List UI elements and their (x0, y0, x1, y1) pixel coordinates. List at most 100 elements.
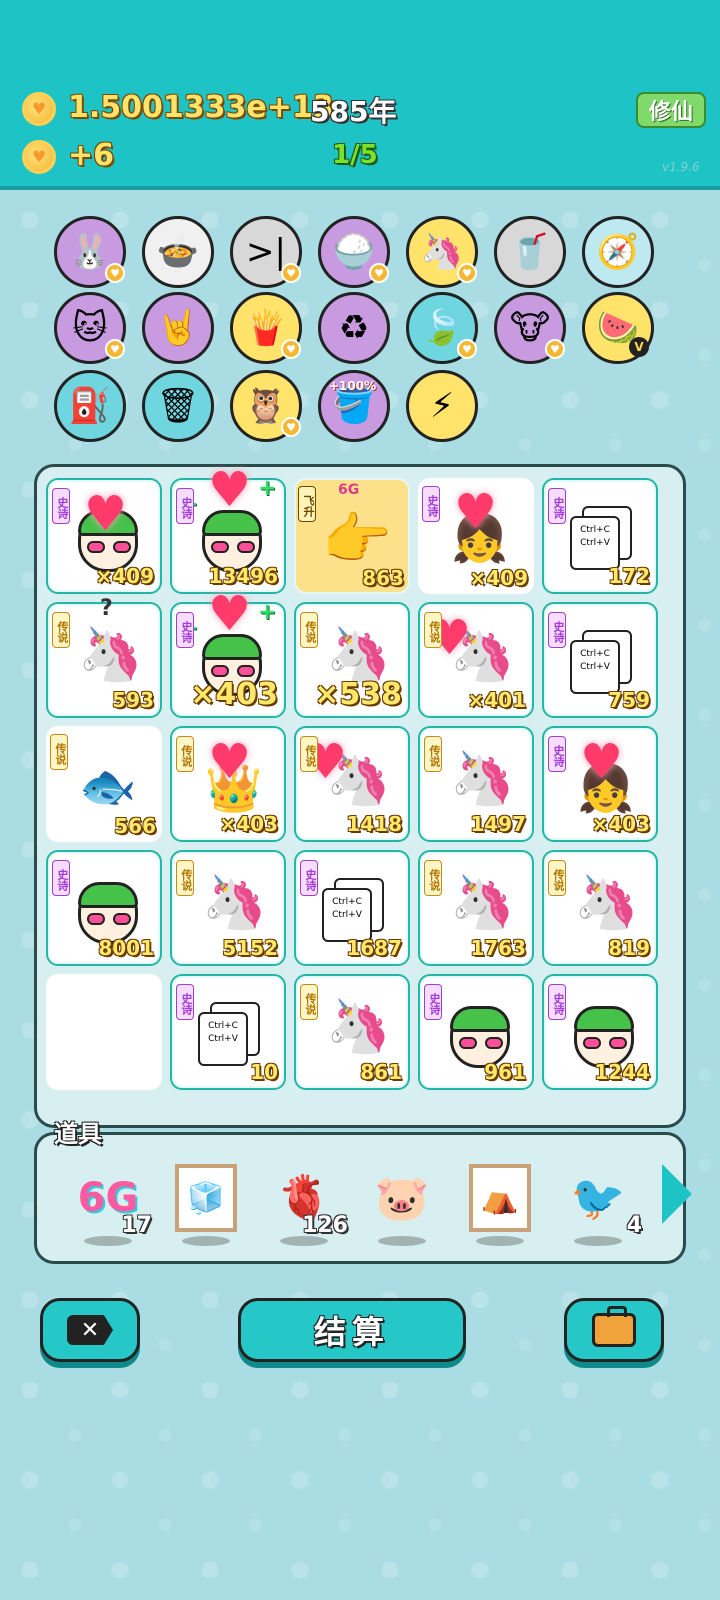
grid-cell[interactable]: 史诗 1244 (542, 974, 658, 1090)
settle-button[interactable]: 结算 (238, 1298, 466, 1362)
piggy-bank-tool[interactable]: 🐷 (362, 1158, 442, 1246)
heart-effect-icon: ♥ (208, 734, 252, 790)
compass-item-icon[interactable]: 🧭 (582, 216, 654, 288)
koi-fish-icon: 🐟 (79, 759, 137, 813)
unicorn-item-icon[interactable]: 🦄 ♥ (406, 216, 478, 288)
rice-bowl-item-icon[interactable]: 🍚 ♥ (318, 216, 390, 288)
fridge-tool[interactable]: 🧊 (166, 1158, 246, 1246)
rarity-tag: 史诗 (548, 488, 566, 524)
sunglasses (87, 913, 131, 925)
grid-cell[interactable]: ♥++史诗×403 (170, 590, 286, 718)
tool-shadow (574, 1236, 622, 1246)
grid-cell[interactable]: Ctrl+C Ctrl+V 史诗 1687 (294, 850, 410, 966)
trash-bag-item-icon[interactable]: 🗑 (142, 370, 214, 442)
grid-cell[interactable] (46, 974, 162, 1090)
rarity-tag: 史诗 (176, 984, 194, 1020)
cows-item-icon[interactable]: 🐮 ♥ (494, 292, 566, 364)
skip-item-icon[interactable]: >| ♥ (230, 216, 302, 288)
pump-item-icon[interactable]: ⛽ (54, 370, 126, 442)
lightning-item-icon[interactable]: ⚡ (406, 370, 478, 442)
plus-effect-icon: + (258, 600, 277, 625)
grid-cell[interactable]: 🦄 ♥ 传说 1418 (294, 726, 410, 842)
rarity-tag: 传说 (50, 734, 68, 770)
cat-item-icon[interactable]: 🐱 ♥ (54, 292, 126, 364)
heart-effect-icon: ♥ (208, 586, 252, 642)
grid-cell[interactable]: 史诗 961 (418, 974, 534, 1090)
heart-badge-icon: ♥ (281, 263, 301, 283)
heart-badge-icon: ♥ (105, 263, 125, 283)
rarity-tag: 史诗 (548, 984, 566, 1020)
rabbit-item-icon[interactable]: 🐰 ♥ (54, 216, 126, 288)
rarity-tag: 传说 (424, 736, 442, 772)
bag-button[interactable] (564, 1298, 664, 1362)
sunglasses (211, 541, 255, 553)
recycle-item-icon[interactable]: ♻ (318, 292, 390, 364)
grid-cell[interactable]: 👧 ♥ 史诗 ×403 (542, 726, 658, 842)
green-hair-face-icon (574, 1006, 634, 1068)
fries-item-icon[interactable]: 🍟 ♥ (230, 292, 302, 364)
item-glyph: 🪣 (332, 386, 376, 426)
grid-cell[interactable]: 🦄 传说 861 (294, 974, 410, 1090)
grid-cell[interactable]: 🦄 传说 5152 (170, 850, 286, 966)
cup-item-icon[interactable]: 🥤 (494, 216, 566, 288)
grid-cell[interactable]: 👧 ♥ 史诗 ×409 (418, 478, 534, 594)
grid-cell[interactable]: 🦄 传说 819 (542, 850, 658, 966)
tent-tool[interactable]: ⛺ (460, 1158, 540, 1246)
copy-text: Ctrl+C (580, 525, 610, 535)
leaf-item-icon[interactable]: 🍃 ♥ (406, 292, 478, 364)
question-mark-icon: ? (100, 596, 113, 621)
item-count: ×403 (591, 812, 650, 836)
vip-badge: V (629, 337, 649, 357)
framed-item-icon: ⛺ (469, 1164, 531, 1232)
item-count: ×403 (190, 677, 278, 712)
framed-item-icon: 🧊 (175, 1164, 237, 1232)
rarity-tag: 史诗 (52, 488, 70, 524)
item-count: 10 (250, 1060, 278, 1084)
bird-tool[interactable]: 🐦 4 (558, 1158, 642, 1246)
grid-cell[interactable]: Ctrl+C Ctrl+V 史诗 172 (542, 478, 658, 594)
sunglasses (459, 1037, 503, 1049)
grid-cell[interactable]: 史诗 8001 (46, 850, 162, 966)
scroll-right-arrow-icon[interactable] (662, 1164, 692, 1224)
rarity-tag: 史诗 (424, 984, 442, 1020)
close-button[interactable]: ✕ (40, 1298, 140, 1362)
liver-tool[interactable]: 🫀 126 (264, 1158, 348, 1246)
cultivate-button[interactable]: 修仙 (636, 92, 706, 128)
pot-item-icon[interactable]: 🍲 (142, 216, 214, 288)
grid-cell[interactable]: 🦄 传说 1763 (418, 850, 534, 966)
rarity-tag: 传说 (424, 612, 442, 648)
tool-count: 4 (626, 1213, 642, 1238)
rock-hand-item-icon[interactable]: 🤘 (142, 292, 214, 364)
heart-badge-icon: ♥ (369, 263, 389, 283)
grid-cell[interactable]: Ctrl+C Ctrl+V 史诗 759 (542, 602, 658, 718)
grid-cell[interactable]: Ctrl+C Ctrl+V 史诗 10 (170, 974, 286, 1090)
grid-cell[interactable]: 🐟 传说 566 (46, 726, 162, 842)
bucket-item-icon[interactable]: 🪣 +100% (318, 370, 390, 442)
rarity-tag: 史诗 (548, 736, 566, 772)
item-glyph: 🐰 (68, 232, 112, 272)
green-hair-face-icon (78, 882, 138, 944)
owls-item-icon[interactable]: 🦉 ♥ (230, 370, 302, 442)
item-glyph: 🍃 (420, 308, 464, 348)
pointing-hand-icon: 👉 (322, 507, 392, 572)
copy-paste-card-icon: Ctrl+C Ctrl+V (198, 1002, 262, 1068)
grid-cell[interactable]: ♥++史诗13496 (170, 466, 286, 594)
coin-balance: 1.5001333e+13 (68, 90, 334, 125)
grid-cell[interactable]: 👑 ♥ 传说 ×403 (170, 726, 286, 842)
item-glyph: 🦉 (244, 386, 288, 426)
rarity-tag: 传说 (548, 860, 566, 896)
grid-cell[interactable]: 🦄 ♥ 传说 ×401 (418, 602, 534, 718)
item-glyph: ⛽ (68, 386, 112, 426)
grid-cell[interactable]: 👉 6G 飞升 863 (294, 478, 410, 594)
fruit-basket-item-icon[interactable]: 🍉 V (582, 292, 654, 364)
heart-badge-icon: ♥ (281, 417, 301, 437)
grid-cell[interactable]: 🦄 传说 1497 (418, 726, 534, 842)
tool-count: 126 (302, 1213, 348, 1238)
6g-tool[interactable]: 6G 17 (68, 1158, 152, 1246)
item-count: ×409 (469, 566, 528, 590)
item-count: 566 (114, 814, 156, 838)
income-rate: +6 (68, 138, 115, 173)
grid-cell[interactable]: 🦄? 传说 593 (46, 596, 162, 718)
grid-cell[interactable]: 🦄 传说 ×538 (294, 602, 410, 718)
grid-cell[interactable]: ♥ 史诗 ×409 (46, 478, 162, 594)
